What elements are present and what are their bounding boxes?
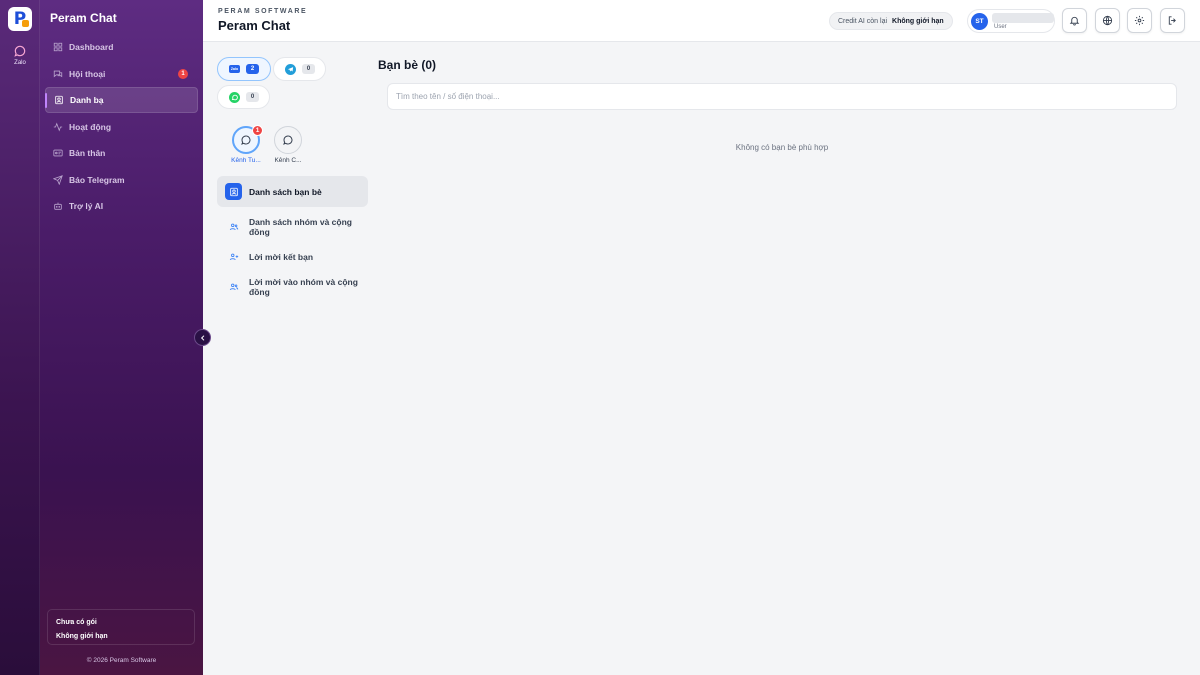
sidebar-item-label: Bản thân	[69, 148, 106, 158]
sidebar-item-activity[interactable]: Hoạt động	[45, 114, 198, 140]
telegram-logo-icon	[285, 63, 296, 75]
sidebar-item-label: Hoạt động	[69, 121, 112, 132]
top-header: PERAM SOFTWARE Peram Chat Credit AI còn …	[203, 0, 1200, 42]
globe-icon	[1102, 15, 1113, 26]
chevron-left-icon	[200, 334, 204, 341]
users-icon	[225, 218, 242, 235]
credit-value: Không giới hạn	[892, 17, 944, 25]
sidebar-nav: Dashboard Hội thoại 1 Danh bạ Hoạt động …	[45, 34, 198, 220]
channel-chip-telegram[interactable]: 0	[273, 57, 326, 81]
sidebar-item-contacts[interactable]: Danh bạ	[45, 87, 198, 113]
menu-item-friend-requests[interactable]: Lời mời kết bạn	[217, 246, 368, 267]
chat-bubble-icon	[283, 135, 293, 145]
bot-icon	[54, 202, 62, 210]
menu-item-groups[interactable]: Danh sách nhóm và cộng đồng	[217, 216, 368, 237]
whatsapp-logo-icon	[229, 91, 240, 103]
sidebar-item-telegram-report[interactable]: Báo Telegram	[45, 167, 198, 193]
account-badge: 1	[252, 125, 263, 136]
plan-box: Chưa có gói Không giới hạn	[47, 609, 195, 645]
rail-item-zalo[interactable]: Zalo	[0, 44, 40, 66]
logout-button[interactable]	[1160, 8, 1185, 33]
zalo-logo-icon: Zalo	[229, 65, 240, 73]
id-card-icon	[53, 149, 63, 157]
sidebar-item-conversations[interactable]: Hội thoại 1	[45, 61, 198, 87]
account-item[interactable]: Kênh C...	[268, 126, 308, 164]
notifications-button[interactable]	[1062, 8, 1087, 33]
plan-limit: Không giới hạn	[56, 633, 108, 640]
logo-accent	[22, 20, 29, 27]
logout-icon	[1168, 16, 1176, 25]
menu-item-group-invites[interactable]: Lời mời vào nhóm và cộng đồng	[217, 276, 368, 297]
activity-icon	[53, 121, 63, 132]
channel-chip-zalo[interactable]: Zalo 2	[217, 57, 271, 81]
menu-item-label: Danh sách nhóm và cộng đồng	[249, 216, 352, 237]
channel-count: 2	[246, 64, 259, 74]
contacts-submenu: Danh sách bạn bè Danh sách nhóm và cộng …	[217, 176, 368, 297]
app-rail: P Zalo	[0, 0, 40, 675]
bell-icon	[1069, 16, 1080, 26]
sidebar-item-label: Danh bạ	[70, 95, 104, 105]
menu-item-label: Lời mời kết bạn	[249, 251, 314, 262]
menu-item-label: Lời mời vào nhóm và cộng đồng	[249, 276, 358, 297]
account-avatar	[274, 126, 302, 154]
empty-state: Không có bạn bè phù hợp	[735, 143, 829, 152]
page-title: Peram Chat	[218, 18, 291, 33]
sidebar-item-label: Hội thoại	[69, 68, 106, 79]
rail-item-label: Zalo	[14, 60, 26, 66]
language-button[interactable]	[1095, 8, 1120, 33]
contact-card-icon	[225, 183, 242, 200]
user-role: User	[994, 24, 1007, 30]
account-name: Kênh Tu...	[231, 157, 261, 164]
chat-icon	[53, 70, 63, 77]
sidebar: Peram Chat Dashboard Hội thoại 1 Danh bạ…	[40, 0, 203, 675]
brand-name: Peram Chat	[50, 11, 117, 25]
collapse-sidebar-button[interactable]	[194, 329, 211, 346]
account-name: Kênh C...	[274, 157, 302, 164]
sidebar-item-profile[interactable]: Bản thân	[45, 140, 198, 166]
company-name: PERAM SOFTWARE	[218, 8, 308, 15]
settings-button[interactable]	[1127, 8, 1152, 33]
user-plus-icon	[225, 248, 242, 265]
chat-bubble-icon	[14, 45, 26, 57]
channel-count: 0	[302, 64, 315, 74]
app-logo[interactable]: P	[8, 7, 32, 31]
sidebar-item-label: Báo Telegram	[69, 174, 125, 185]
account-avatar: 1	[232, 125, 263, 154]
avatar: ST	[971, 13, 988, 30]
channel-chip-whatsapp[interactable]: 0	[217, 85, 270, 109]
user-name-placeholder	[992, 13, 1054, 23]
section-title: Bạn bè (0)	[378, 58, 437, 72]
contacts-icon	[55, 95, 63, 105]
channel-count: 0	[246, 92, 259, 102]
plan-status: Chưa có gói	[56, 619, 97, 626]
unread-badge: 1	[178, 68, 188, 79]
sidebar-item-label: Trợ lý AI	[69, 201, 104, 211]
sidebar-item-dashboard[interactable]: Dashboard	[45, 34, 198, 60]
ai-credit-pill: Credit AI còn lại Không giới hạn	[829, 12, 953, 30]
menu-item-label: Danh sách bạn bè	[249, 186, 322, 197]
menu-item-friends[interactable]: Danh sách bạn bè	[217, 176, 368, 207]
grid-icon	[53, 42, 63, 52]
users-icon	[225, 278, 242, 295]
credit-label: Credit AI còn lại	[838, 17, 888, 25]
send-icon	[53, 174, 63, 185]
copyright: © 2026 Peram Software	[86, 657, 157, 664]
sidebar-item-ai-assistant[interactable]: Trợ lý AI	[45, 193, 198, 219]
user-menu[interactable]: ST User	[967, 9, 1055, 33]
search-input[interactable]	[387, 83, 1177, 110]
sidebar-item-label: Dashboard	[69, 42, 114, 52]
chat-bubble-icon	[241, 135, 251, 145]
account-item[interactable]: 1 Kênh Tu...	[226, 125, 266, 164]
gear-icon	[1134, 15, 1145, 26]
